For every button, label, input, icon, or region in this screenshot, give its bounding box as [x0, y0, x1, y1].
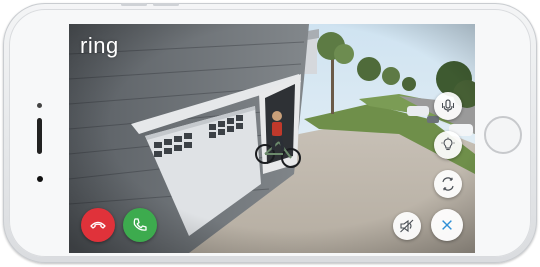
microphone-icon — [442, 99, 454, 112]
volume-button — [153, 3, 179, 6]
earpiece-speaker — [37, 118, 42, 154]
close-icon — [442, 220, 452, 230]
home-button[interactable] — [484, 116, 522, 154]
camera-switch-icon — [442, 177, 454, 191]
answer-call-button[interactable] — [123, 208, 157, 242]
phone-hangup-icon — [90, 221, 106, 229]
camera-switch-button[interactable] — [434, 170, 462, 198]
microphone-button[interactable] — [434, 92, 462, 120]
decline-call-button[interactable] — [81, 208, 115, 242]
speaker-mute-icon — [400, 219, 414, 233]
proximity-sensor — [37, 176, 43, 182]
light-icon — [441, 137, 455, 151]
speaker-button[interactable] — [393, 212, 421, 240]
front-camera — [37, 103, 42, 108]
video-feed: ring — [69, 24, 475, 253]
ring-logo: ring — [80, 33, 119, 58]
close-button[interactable] — [431, 209, 463, 241]
light-button[interactable] — [434, 131, 462, 159]
phone-icon — [133, 218, 147, 231]
volume-button — [121, 3, 147, 6]
